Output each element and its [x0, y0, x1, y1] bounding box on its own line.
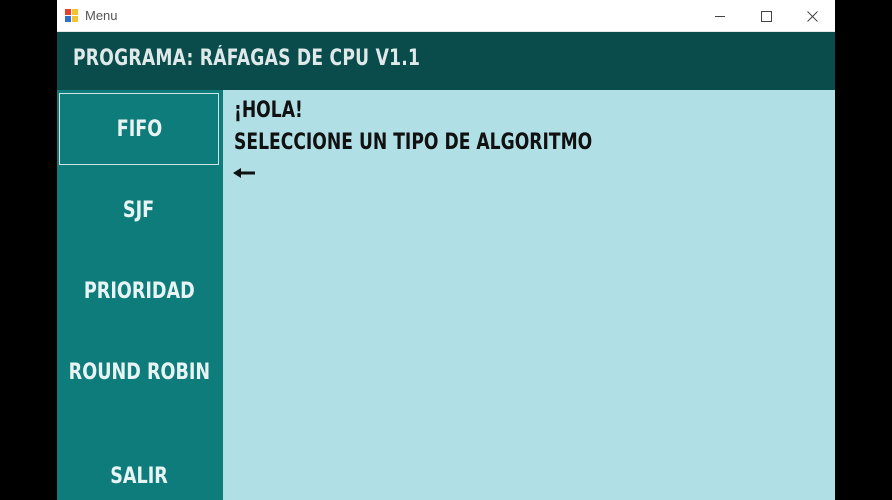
salir-button-label: SALIR: [110, 463, 168, 489]
app-header: PROGRAMA: RÁFAGAS DE CPU V1.1: [57, 32, 835, 90]
maximize-icon: [760, 10, 772, 22]
sjf-button-label: SJF: [123, 197, 155, 223]
window-titlebar: Menu: [57, 0, 835, 32]
close-icon: [806, 10, 818, 22]
greeting-text: ¡HOLA!: [234, 98, 303, 123]
prioridad-button[interactable]: PRIORIDAD: [59, 255, 219, 327]
arrow-left-icon: [233, 168, 255, 178]
instruction-text: SELECCIONE UN TIPO DE ALGORITMO: [234, 130, 593, 155]
minimize-icon: [715, 15, 725, 17]
maximize-button[interactable]: [743, 0, 789, 32]
fifo-button-label: FIFO: [116, 116, 162, 142]
round-robin-button-label: ROUND ROBIN: [68, 359, 210, 385]
sidebar: FIFO SJF PRIORIDAD ROUND ROBIN SALIR: [57, 90, 223, 500]
window-title: Menu: [85, 8, 118, 23]
minimize-button[interactable]: [697, 0, 743, 32]
app-icon: [65, 9, 78, 22]
app-window: Menu PROGRAMA: RÁFAGAS DE CPU V1.1 FIFO …: [57, 0, 835, 500]
main-content: ¡HOLA! SELECCIONE UN TIPO DE ALGORITMO: [223, 90, 835, 500]
salir-button[interactable]: SALIR: [59, 440, 219, 500]
round-robin-button[interactable]: ROUND ROBIN: [59, 336, 219, 408]
sjf-button[interactable]: SJF: [59, 174, 219, 246]
close-button[interactable]: [789, 0, 835, 32]
fifo-button[interactable]: FIFO: [59, 93, 219, 165]
prioridad-button-label: PRIORIDAD: [83, 278, 195, 304]
page-title: PROGRAMA: RÁFAGAS DE CPU V1.1: [73, 46, 421, 71]
